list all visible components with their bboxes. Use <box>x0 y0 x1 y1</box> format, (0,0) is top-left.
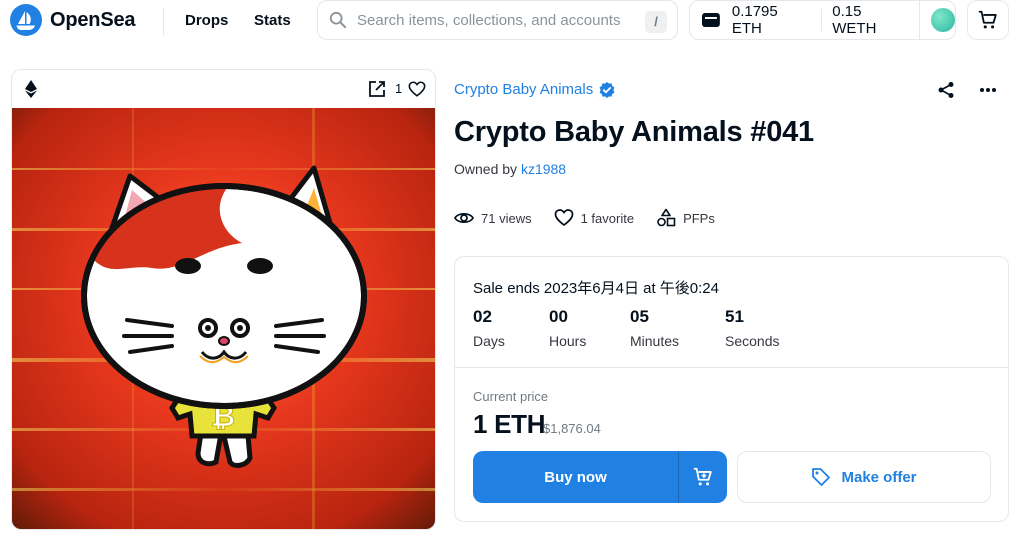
logo-text: OpenSea <box>50 8 136 31</box>
share-icon[interactable] <box>937 81 955 99</box>
item-stats: 71 views 1 favorite PFPs <box>454 208 737 228</box>
heart-outline-icon <box>554 209 573 227</box>
wallet-balance[interactable]: 0.1795 ETH 0.15 WETH <box>689 0 956 40</box>
card-toolbar: 1 <box>12 70 435 108</box>
heart-icon[interactable] <box>408 80 426 98</box>
add-to-cart-icon <box>693 467 712 486</box>
collection-name[interactable]: Crypto Baby Animals <box>454 81 593 98</box>
wallet-divider <box>821 9 823 31</box>
search-bar[interactable]: / <box>317 0 678 40</box>
countdown-label: Days <box>473 333 505 349</box>
category-stat[interactable]: PFPs <box>656 208 715 228</box>
sale-panel: Sale ends 2023年6月4日 at 午後0:24 02 Days 00… <box>454 256 1009 522</box>
cart-button[interactable] <box>967 0 1009 40</box>
category-label: PFPs <box>683 210 715 226</box>
shapes-icon <box>657 208 676 227</box>
top-navbar: OpenSea Drops Stats / 0.1795 ETH 0.15 WE… <box>0 0 1024 46</box>
profile-avatar[interactable] <box>931 8 955 32</box>
favorites-stat[interactable]: 1 favorite <box>554 208 634 228</box>
sale-countdown-section: Sale ends 2023年6月4日 at 午後0:24 02 Days 00… <box>455 257 1008 368</box>
owned-by-label: Owned by <box>454 161 518 177</box>
nft-artwork-image: ₿ <box>12 108 435 529</box>
more-options-icon[interactable] <box>979 86 997 94</box>
countdown-value: 02 <box>473 307 492 326</box>
owner-link[interactable]: kz1988 <box>521 161 566 177</box>
ethereum-icon <box>25 80 37 98</box>
views-count: 71 views <box>481 210 532 226</box>
wallet-divider <box>919 0 921 40</box>
owned-by-line: Owned by kz1988 <box>454 161 566 177</box>
nav-drops-link[interactable]: Drops <box>185 12 228 29</box>
search-shortcut-key: / <box>645 11 667 33</box>
current-price-usd: $1,876.04 <box>543 421 601 436</box>
collection-link[interactable]: Crypto Baby Animals <box>454 81 615 98</box>
countdown-value: 51 <box>725 307 744 326</box>
tag-icon <box>812 468 831 486</box>
make-offer-label: Make offer <box>841 468 917 486</box>
make-offer-button[interactable]: Make offer <box>737 451 991 503</box>
current-price-label: Current price <box>473 389 549 404</box>
countdown-label: Seconds <box>725 333 780 349</box>
wallet-weth-balance: 0.15 WETH <box>832 3 877 37</box>
countdown-days: 02 Days <box>473 307 505 349</box>
nav-stats-link[interactable]: Stats <box>254 12 291 29</box>
eye-icon <box>454 213 474 223</box>
opensea-logo[interactable]: OpenSea <box>10 4 136 36</box>
header-divider <box>163 8 164 36</box>
wallet-icon <box>702 13 720 27</box>
countdown-label: Minutes <box>630 333 680 349</box>
wallet-eth-balance: 0.1795 ETH <box>731 3 778 37</box>
buy-now-button[interactable]: Buy now <box>473 451 678 503</box>
nft-image-card: 1 ₿ <box>11 69 436 530</box>
favorite-count: 1 <box>395 81 403 96</box>
verified-badge-icon <box>599 81 615 98</box>
item-title: Crypto Baby Animals #041 <box>454 116 814 148</box>
countdown-seconds: 51 Seconds <box>725 307 779 349</box>
add-to-cart-button[interactable] <box>679 451 727 503</box>
opensea-logo-icon <box>10 4 42 36</box>
countdown-value: 05 <box>630 307 649 326</box>
countdown-hours: 00 Hours <box>549 307 586 349</box>
views-stat: 71 views <box>454 208 532 228</box>
search-input[interactable] <box>357 11 637 29</box>
search-icon <box>329 11 347 29</box>
cart-icon <box>978 10 997 29</box>
sale-ends-text: Sale ends 2023年6月4日 at 午後0:24 <box>473 280 719 297</box>
current-price-eth: 1 ETH <box>473 409 546 439</box>
countdown-label: Hours <box>549 333 587 349</box>
external-link-icon[interactable] <box>368 80 386 98</box>
favorites-count: 1 favorite <box>580 210 635 226</box>
countdown-value: 00 <box>549 307 568 326</box>
countdown-minutes: 05 Minutes <box>630 307 679 349</box>
buy-button-group: Buy now <box>473 451 727 503</box>
